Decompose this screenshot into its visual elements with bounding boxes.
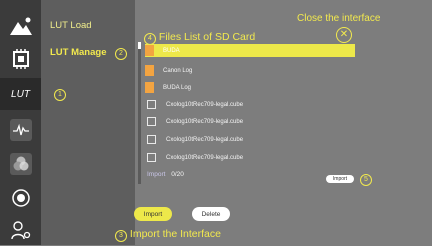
- file-checkbox[interactable]: [147, 135, 156, 144]
- file-row-canon-log[interactable]: Canon Log: [145, 64, 355, 77]
- rail-item-system[interactable]: [0, 43, 41, 75]
- close-button[interactable]: ✕: [336, 27, 352, 43]
- rail-item-user[interactable]: [0, 214, 41, 246]
- close-icon: ✕: [339, 29, 349, 40]
- file-checkbox[interactable]: [147, 117, 156, 126]
- delete-button[interactable]: Delete: [192, 207, 230, 221]
- import-interface-annotation: 3 Import the Interface: [115, 228, 221, 242]
- waveform-icon: [12, 123, 29, 136]
- import-small-button[interactable]: Import: [326, 175, 354, 183]
- annotation-4: 4: [144, 32, 156, 45]
- record-icon: [11, 189, 30, 207]
- file-row-cube-2[interactable]: Cxolog10tRec709-legal.cube: [145, 115, 355, 128]
- import-count: Import 0/20: [147, 171, 184, 178]
- menu-item-lut-manage[interactable]: LUT Manage: [50, 47, 106, 58]
- rail-item-lut[interactable]: LUT: [0, 78, 41, 110]
- rail-item-record[interactable]: [0, 182, 41, 214]
- rail-item-waveform[interactable]: [0, 114, 41, 146]
- file-list-scrollbar[interactable]: [138, 42, 141, 184]
- close-interface-label: Close the interface: [297, 13, 381, 24]
- scrollbar-thumb[interactable]: [138, 42, 141, 49]
- import-button[interactable]: Import: [134, 207, 172, 221]
- file-row-cube-1[interactable]: Cxolog10tRec709-legal.cube: [145, 98, 355, 111]
- color-circles-icon: [13, 156, 28, 171]
- file-row-cube-4[interactable]: Cxolog10tRec709-legal.cube: [145, 151, 355, 164]
- file-checkbox[interactable]: [147, 153, 156, 162]
- icon-rail: LUT: [0, 0, 41, 245]
- person-settings-icon: [10, 221, 30, 240]
- file-row-buda-log[interactable]: BUDA Log: [145, 81, 355, 94]
- menu-item-lut-load[interactable]: LUT Load: [50, 20, 92, 31]
- rail-lut-label: LUT: [11, 88, 30, 100]
- lut-manage-screen: LUT LUT Load LUT Manage 2 1 Close the in…: [0, 0, 432, 245]
- file-row-buda[interactable]: BUDA: [145, 44, 355, 57]
- rail-item-color[interactable]: [0, 148, 41, 180]
- file-checkbox[interactable]: [147, 100, 156, 109]
- annotation-2: 2: [115, 47, 127, 60]
- chip-icon: [12, 49, 29, 69]
- file-row-cube-3[interactable]: Cxolog10tRec709-legal.cube: [145, 133, 355, 146]
- rail-item-image[interactable]: [0, 10, 41, 42]
- folder-icon: [145, 82, 154, 93]
- files-list-title: 4 Files List of SD Card: [144, 31, 255, 45]
- landscape-icon: [9, 17, 32, 35]
- annotation-5: 5: [360, 173, 372, 186]
- lut-menu: LUT Load LUT Manage 2 1: [41, 0, 135, 245]
- folder-icon: [145, 45, 154, 56]
- annotation-1: 1: [54, 88, 66, 101]
- folder-icon: [145, 65, 154, 76]
